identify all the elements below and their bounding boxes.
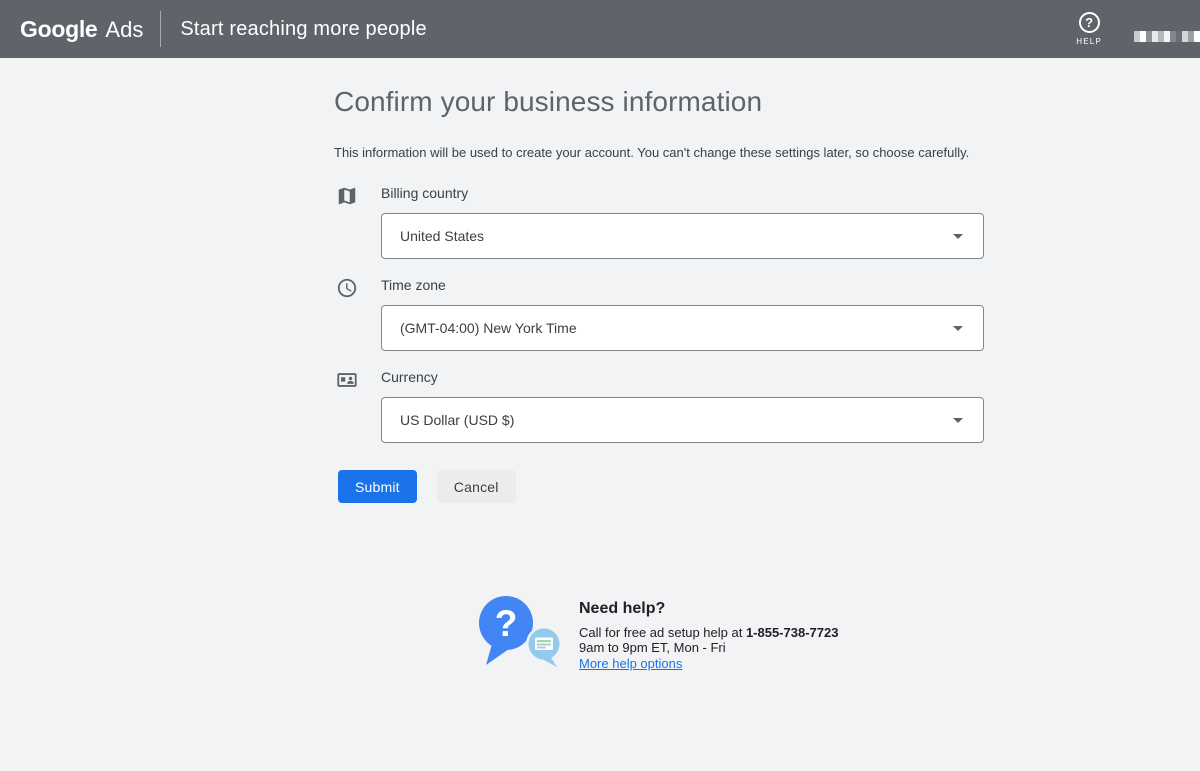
currency-select[interactable]: US Dollar (USD $)	[381, 397, 984, 443]
field-time-zone: Time zone (GMT-04:00) New York Time	[334, 277, 994, 351]
time-zone-value: (GMT-04:00) New York Time	[400, 320, 577, 336]
logo-google-text: Google	[20, 16, 97, 43]
chevron-down-icon	[953, 326, 963, 331]
help-hours-line: 9am to 9pm ET, Mon - Fri	[579, 640, 838, 655]
help-button[interactable]: ? HELP	[1076, 12, 1102, 46]
page-title: Confirm your business information	[334, 86, 762, 118]
page-description: This information will be used to create …	[334, 145, 969, 160]
help-call-prefix: Call for free ad setup help at	[579, 625, 746, 640]
more-help-options-link[interactable]: More help options	[579, 656, 682, 671]
currency-label: Currency	[381, 369, 994, 385]
billing-country-label: Billing country	[381, 185, 994, 201]
form-actions: Submit Cancel	[338, 470, 516, 503]
business-info-form: Billing country United States Time zone …	[334, 185, 994, 461]
currency-value: US Dollar (USD $)	[400, 412, 514, 428]
user-email-redacted[interactable]	[1134, 30, 1200, 42]
time-zone-label: Time zone	[381, 277, 994, 293]
help-call-line: Call for free ad setup help at 1-855-738…	[579, 625, 838, 640]
billing-country-select[interactable]: United States	[381, 213, 984, 259]
time-zone-select[interactable]: (GMT-04:00) New York Time	[381, 305, 984, 351]
field-billing-country: Billing country United States	[334, 185, 994, 259]
logo-ads-text: Ads	[105, 17, 143, 43]
billing-country-value: United States	[400, 228, 484, 244]
field-currency: Currency US Dollar (USD $)	[334, 369, 994, 443]
help-icon: ?	[1079, 12, 1100, 33]
submit-button[interactable]: Submit	[338, 470, 417, 503]
svg-text:?: ?	[495, 603, 518, 644]
header-divider	[160, 11, 161, 47]
google-ads-logo[interactable]: Google Ads	[20, 16, 143, 43]
chevron-down-icon	[953, 418, 963, 423]
help-bubbles-icon: ?	[477, 594, 567, 670]
chevron-down-icon	[953, 234, 963, 239]
clock-icon	[336, 277, 358, 299]
help-text-block: Need help? Call for free ad setup help a…	[579, 594, 838, 673]
header-subtitle: Start reaching more people	[180, 18, 426, 41]
need-help-section: ? Need help? Call for free ad setup help…	[477, 594, 838, 673]
card-icon	[336, 369, 358, 391]
need-help-title: Need help?	[579, 600, 838, 618]
cancel-button[interactable]: Cancel	[437, 470, 516, 503]
redacted-pixel	[1194, 31, 1200, 42]
help-button-label: HELP	[1076, 37, 1102, 46]
google-ads-setup-page: Google Ads Start reaching more people ? …	[0, 0, 1200, 771]
help-phone-number: 1-855-738-7723	[746, 625, 839, 640]
top-app-bar: Google Ads Start reaching more people ? …	[0, 0, 1200, 58]
map-icon	[336, 185, 358, 207]
